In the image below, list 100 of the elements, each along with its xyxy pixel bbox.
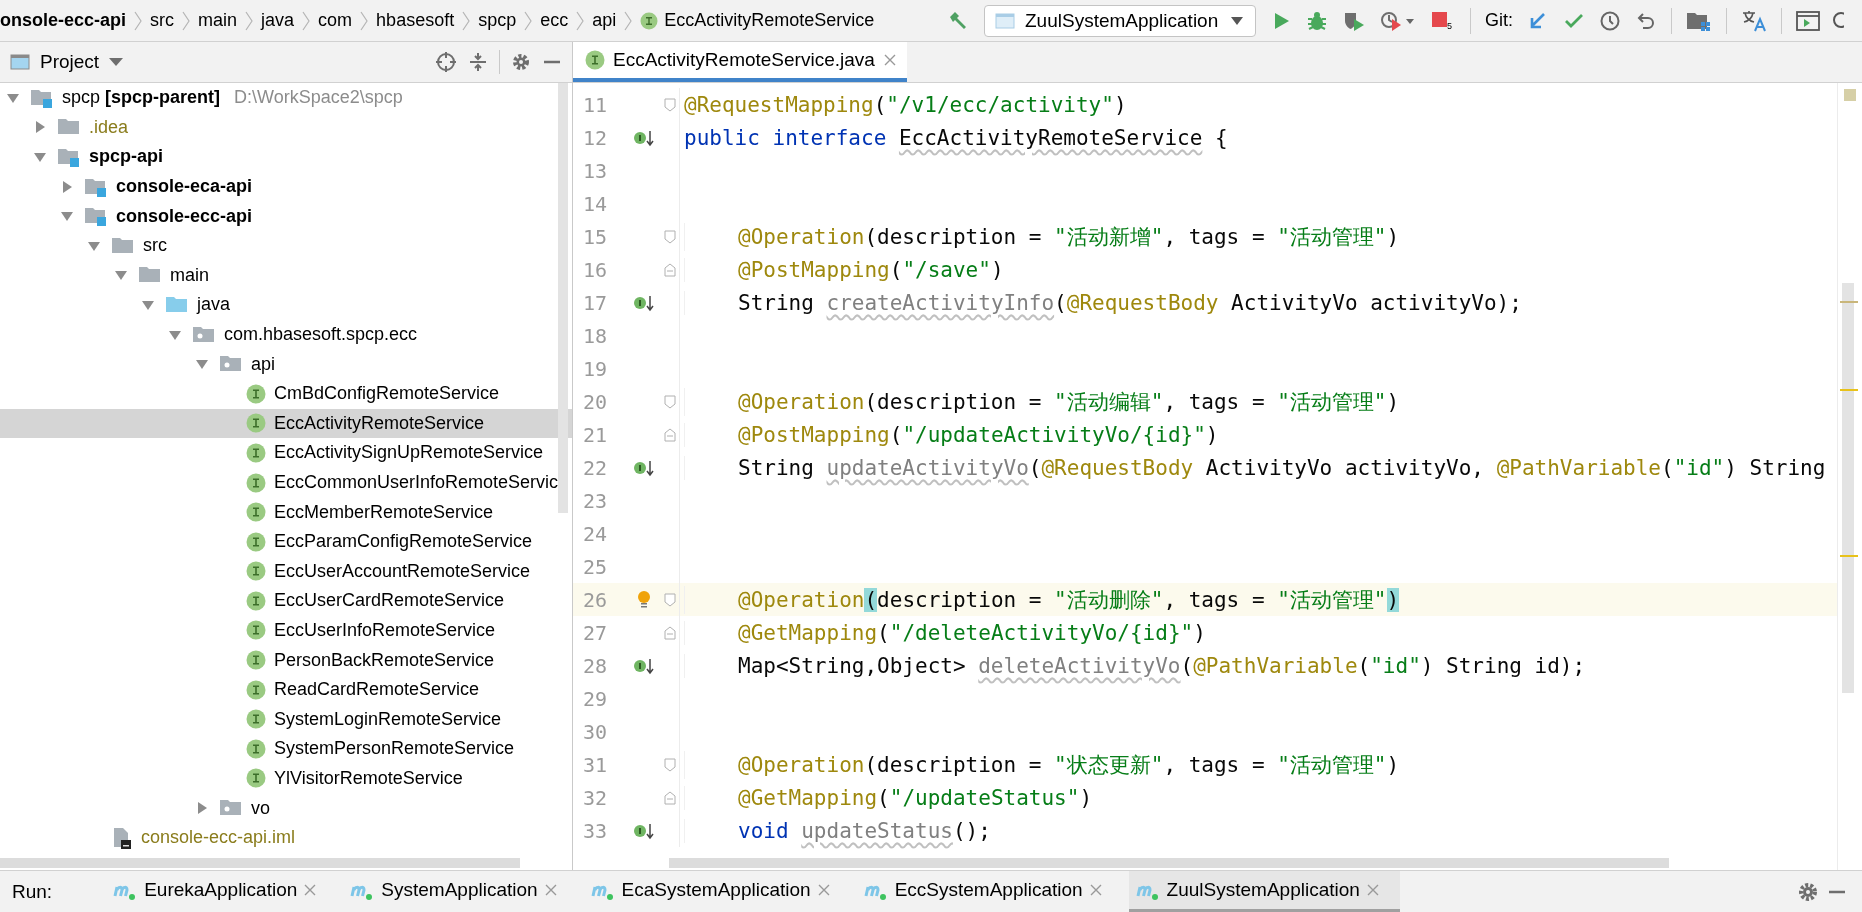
tree-item[interactable]: EccUserAccountRemoteService xyxy=(0,556,572,587)
close-icon[interactable] xyxy=(1365,883,1380,897)
tree-item[interactable]: SystemLoginRemoteService xyxy=(0,704,572,735)
breadcrumb-item[interactable]: java xyxy=(261,10,295,31)
terminal-icon[interactable] xyxy=(1796,9,1820,32)
collapsed-arrow-icon[interactable] xyxy=(195,801,209,816)
breadcrumb-item[interactable]: api xyxy=(592,10,617,31)
breadcrumb-item[interactable]: spcp xyxy=(478,10,517,31)
fold-end-marker-icon[interactable] xyxy=(664,262,676,277)
close-icon[interactable] xyxy=(816,883,831,897)
profiler-icon[interactable] xyxy=(1380,9,1416,32)
fold-end-marker-icon[interactable] xyxy=(664,427,676,442)
line-number: 32 xyxy=(582,785,609,810)
fold-end-marker-icon[interactable] xyxy=(664,625,676,640)
fold-marker-icon[interactable] xyxy=(664,592,676,607)
breadcrumb-item[interactable]: ecc xyxy=(540,10,569,31)
tree-item[interactable]: SystemPersonRemoteService xyxy=(0,734,572,764)
tree-item-label: spcp-api xyxy=(89,146,163,168)
fold-end-marker-icon[interactable] xyxy=(664,790,676,805)
run-tab[interactable]: ZuulSystemApplication xyxy=(1128,871,1400,912)
interface-icon xyxy=(246,531,266,552)
tree-item[interactable]: src xyxy=(0,230,572,261)
tree-item[interactable]: CmBdConfigRemoteService xyxy=(0,378,572,409)
tree-item[interactable]: .idea xyxy=(0,112,572,143)
chevron-icon xyxy=(624,9,633,32)
line-number: 19 xyxy=(582,356,609,381)
tree-item[interactable]: EccActivitySignUpRemoteService xyxy=(0,438,572,468)
line-number: 16 xyxy=(582,257,609,282)
fold-marker-icon[interactable] xyxy=(664,97,676,112)
settings-icon[interactable] xyxy=(510,51,532,73)
tree-item[interactable]: EccMemberRemoteService xyxy=(0,497,572,527)
breadcrumb-item[interactable]: onsole-ecc-api xyxy=(0,10,127,31)
tree-item[interactable]: EccActivityRemoteService xyxy=(0,408,572,439)
tree-item-label: EccActivityRemoteService xyxy=(274,412,485,434)
fold-marker-icon[interactable] xyxy=(664,394,676,409)
breadcrumb-item[interactable]: main xyxy=(198,10,238,31)
tree-item[interactable]: api xyxy=(0,349,572,379)
breadcrumb-item[interactable]: hbasesoft xyxy=(376,10,455,31)
caret-icon[interactable] xyxy=(109,58,124,66)
tree-item[interactable]: vo xyxy=(0,793,572,823)
tree-item[interactable]: console-eca-api xyxy=(0,171,572,202)
tree-item[interactable]: EccCommonUserInfoRemoteServic xyxy=(0,467,572,498)
panel-title-dropdown[interactable]: Project xyxy=(40,51,100,73)
tree-item[interactable]: spcp-api xyxy=(0,142,572,172)
fold-marker-icon[interactable] xyxy=(664,757,676,772)
implemented-marker-icon[interactable] xyxy=(633,293,655,312)
tree-item[interactable]: YlVisitorRemoteService xyxy=(0,763,572,794)
line-number: 23 xyxy=(582,488,609,513)
scrollbar[interactable] xyxy=(669,858,1669,868)
close-icon[interactable] xyxy=(1088,883,1103,897)
breadcrumb-item[interactable]: src xyxy=(150,10,175,31)
tree-item[interactable]: spcp [spcp-parent] D:\WorkSpace2\spcp xyxy=(0,83,572,113)
tree-item[interactable]: java xyxy=(0,290,572,320)
tree-item[interactable]: console-ecc-api.iml xyxy=(0,822,572,853)
collapsed-arrow-icon[interactable] xyxy=(33,120,47,135)
lightbulb-icon[interactable] xyxy=(636,589,652,610)
tree-item[interactable]: EccUserCardRemoteService xyxy=(0,586,572,616)
scrollbar[interactable] xyxy=(0,858,520,868)
implemented-marker-icon[interactable] xyxy=(633,656,655,675)
run-tab[interactable]: EccSystemApplication xyxy=(856,871,1123,912)
tree-item-label: spcp [spcp-parent] xyxy=(62,87,221,109)
run-tab[interactable]: EurekaApplication xyxy=(106,871,338,912)
tree-item-label: console-ecc-api.iml xyxy=(141,827,296,849)
close-icon[interactable] xyxy=(543,883,558,897)
line-number: 13 xyxy=(582,158,609,183)
path-label: D:\WorkSpace2\spcp xyxy=(234,87,403,109)
history-icon[interactable] xyxy=(1599,9,1621,32)
implemented-marker-icon[interactable] xyxy=(633,821,655,840)
tree-item-label: YlVisitorRemoteService xyxy=(274,767,463,789)
tree-item[interactable]: console-ecc-api xyxy=(0,201,572,231)
collapsed-arrow-icon[interactable] xyxy=(60,179,74,194)
tree-item[interactable]: ReadCardRemoteService xyxy=(0,674,572,705)
editor-tab[interactable]: EccActivityRemoteService.java xyxy=(573,42,907,82)
tree-item[interactable]: main xyxy=(0,260,572,291)
tree-item[interactable]: EccParamConfigRemoteService xyxy=(0,526,572,557)
stop-button[interactable]: 5 xyxy=(1430,8,1456,33)
close-icon[interactable] xyxy=(303,883,318,897)
tree-item-label: vo xyxy=(251,797,270,819)
close-icon[interactable] xyxy=(882,53,897,67)
scrollbar[interactable] xyxy=(558,83,568,513)
fold-marker-icon[interactable] xyxy=(664,229,676,244)
collapse-icon[interactable] xyxy=(467,51,489,73)
crosshair-icon[interactable] xyxy=(435,51,457,73)
run-tab[interactable]: EcaSystemApplication xyxy=(583,871,851,912)
breadcrumb-item[interactable]: EccActivityRemoteService xyxy=(640,10,875,31)
line-number: 25 xyxy=(582,554,609,579)
implemented-marker-icon[interactable] xyxy=(633,458,655,477)
breadcrumb-item[interactable]: com xyxy=(318,10,353,31)
tree-item-label: PersonBackRemoteService xyxy=(274,649,495,671)
tree-item[interactable]: PersonBackRemoteService xyxy=(0,645,572,675)
translate-icon[interactable] xyxy=(1741,8,1767,33)
run-configuration-dropdown[interactable]: ZuulSystemApplication xyxy=(984,4,1256,37)
scrollbar[interactable] xyxy=(1842,283,1854,693)
tree-item[interactable]: com.hbasesoft.spcp.ecc xyxy=(0,319,572,350)
bug-icon[interactable] xyxy=(1306,9,1328,32)
tree-item[interactable]: EccUserInfoRemoteService xyxy=(0,615,572,646)
run-tab[interactable]: SystemApplication xyxy=(343,871,578,912)
interface-icon xyxy=(246,738,266,759)
expanded-arrow-icon[interactable] xyxy=(33,150,47,164)
implemented-marker-icon[interactable] xyxy=(633,128,655,147)
